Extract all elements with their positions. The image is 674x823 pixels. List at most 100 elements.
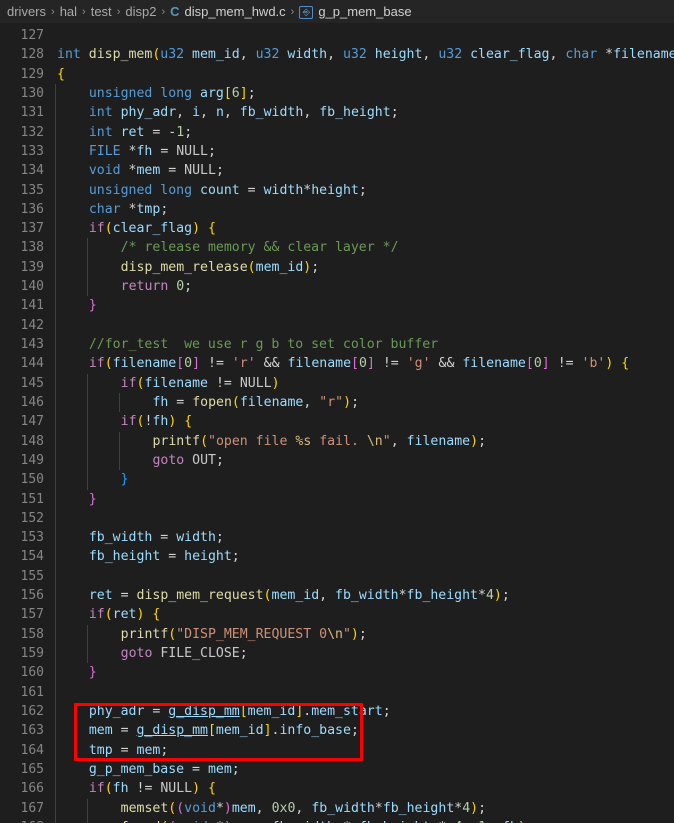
breadcrumb-item-drivers[interactable]: drivers [7, 4, 46, 19]
indent-guide [55, 489, 56, 509]
code-line[interactable]: 167 memset((void*)mem, 0x0, fb_width*fb_… [0, 798, 674, 818]
code-line[interactable]: 164 tmp = mem; [0, 740, 674, 760]
code-line[interactable]: 128 int disp_mem(u32 mem_id, u32 width, u… [0, 45, 674, 64]
indent-guide [55, 277, 56, 297]
line-number: 157 [20, 607, 44, 623]
indent-guide [55, 663, 56, 683]
line-number: 131 [20, 105, 44, 121]
code-line[interactable]: 139 disp_mem_release(mem_id); [0, 257, 674, 278]
indent-guide [55, 740, 56, 760]
code-line[interactable]: 168 fread((void *)mem, fb_width * fb_hei… [0, 817, 674, 823]
code-line[interactable]: 155 [0, 566, 674, 587]
code-text: disp_mem_release(mem_id); [120, 259, 320, 275]
breadcrumb-item-symbol[interactable]: g_p_mem_base [318, 4, 411, 19]
indent-guide [55, 779, 56, 799]
code-line[interactable]: 159 goto FILE_CLOSE; [0, 644, 674, 664]
code-text: int phy_adr, i, n, fb_width, fb_height; [88, 105, 399, 121]
code-line[interactable]: 136 char *tmp; [0, 199, 674, 220]
code-line[interactable]: 146 fh = fopen(filename, "r"); [0, 392, 674, 413]
code-line[interactable]: 149 goto OUT; [0, 450, 674, 471]
code-line[interactable]: 135 unsigned long count = width*height; [0, 180, 674, 200]
line-number: 163 [20, 723, 44, 739]
code-line[interactable]: 154 fb_height = height; [0, 547, 674, 567]
line-number: 155 [20, 568, 44, 584]
indent-guide [55, 624, 56, 644]
code-line[interactable]: 127 [0, 26, 674, 45]
code-line[interactable]: 148 printf("open file %s fail. \n", file… [0, 431, 674, 451]
code-line[interactable]: 161 [0, 682, 674, 702]
code-line[interactable]: 160 } [0, 663, 674, 683]
line-number: 145 [20, 375, 44, 391]
c-file-icon: C [170, 4, 180, 19]
code-line[interactable]: 137 if(clear_flag) { [0, 219, 674, 239]
indent-guide [55, 392, 56, 413]
breadcrumb-item-test[interactable]: test [91, 4, 112, 19]
indent-guide [55, 586, 56, 606]
code-line[interactable]: 144 if(filename[0] != 'r' && filename[0]… [0, 354, 674, 374]
code-text: fread((void *)mem, fb_width * fb_height … [57, 818, 534, 823]
code-line[interactable]: 151 } [0, 489, 674, 509]
code-line[interactable]: 162 phy_adr = g_disp_mm[mem_id].mem_star… [0, 701, 674, 722]
indent-guide [55, 431, 56, 451]
chevron-right-icon: › [116, 5, 121, 18]
line-number: 139 [20, 259, 44, 275]
breadcrumb-item-file[interactable]: disp_mem_hwd.c [185, 4, 286, 19]
code-line[interactable]: 134 void *mem = NULL; [0, 161, 674, 181]
line-number: 158 [20, 626, 44, 642]
indent-guide [55, 103, 56, 123]
code-line[interactable]: 147 if(!fh) { [0, 412, 674, 432]
line-number: 168 [0, 818, 44, 823]
indent-guide [55, 547, 56, 567]
code-line[interactable]: 157 if(ret) { [0, 605, 674, 625]
code-text: unsigned long count = width*height; [88, 182, 367, 198]
code-line[interactable]: 141 } [0, 296, 674, 316]
code-text: } [88, 491, 97, 507]
line-number: 127 [20, 28, 44, 43]
line-number: 153 [20, 530, 44, 546]
line-number: 129 [20, 66, 44, 82]
code-line[interactable]: 140 return 0; [0, 277, 674, 297]
code-line[interactable]: 145 if(filename != NULL) [0, 373, 674, 393]
indent-guide [55, 296, 56, 316]
line-number: 135 [20, 182, 44, 198]
breadcrumb-item-hal[interactable]: hal [60, 4, 77, 19]
code-line[interactable]: 131 int phy_adr, i, n, fb_width, fb_heig… [0, 103, 674, 123]
code-line[interactable]: 156 ret = disp_mem_request(mem_id, fb_wi… [0, 586, 674, 606]
code-line[interactable]: 165 g_p_mem_base = mem; [0, 759, 674, 780]
code-text: int disp_mem(u32 mem_id, u32 width, u32 … [57, 47, 674, 63]
code-text: if(!fh) { [120, 414, 193, 430]
code-text: } [120, 472, 129, 488]
code-text: ret = disp_mem_request(mem_id, fb_width*… [88, 588, 510, 604]
code-text: g_p_mem_base = mem; [88, 761, 240, 777]
indent-guide [55, 122, 56, 142]
code-text: if(clear_flag) { [88, 221, 216, 237]
breadcrumb-item-disp2[interactable]: disp2 [125, 4, 156, 19]
indent-guide [55, 335, 56, 355]
code-text: goto FILE_CLOSE; [120, 646, 248, 661]
code-line[interactable]: 166 if(fh != NULL) { [0, 779, 674, 799]
code-line[interactable]: 152 [0, 508, 674, 529]
editor-surface[interactable]: 127 128 int disp_mem(u32 mem_id, u32 width… [0, 23, 674, 823]
code-line[interactable]: 150 } [0, 470, 674, 490]
code-line[interactable]: 142 [0, 315, 674, 335]
line-number: 133 [20, 143, 44, 159]
code-line[interactable]: 130 unsigned long arg[6]; [0, 83, 674, 104]
indent-guide [55, 373, 56, 393]
indent-guide [55, 682, 56, 702]
code-line[interactable]: 129 { [0, 65, 674, 84]
code-lines-container[interactable]: 127 128 int disp_mem(u32 mem_id, u32 width… [0, 23, 674, 823]
code-line[interactable]: 153 fb_width = width; [0, 528, 674, 548]
code-line[interactable]: 163 mem = g_disp_mm[mem_id].info_base; [0, 721, 674, 741]
code-line[interactable]: 158 printf("DISP_MEM_REQUEST 0\n"); [0, 624, 674, 644]
chevron-right-icon: › [51, 5, 55, 18]
code-text: if(ret) { [88, 607, 161, 623]
indent-guide [55, 450, 56, 471]
line-number: 142 [20, 317, 44, 333]
code-line[interactable]: 138 /* release memory && clear layer */ [0, 238, 674, 258]
code-line[interactable]: 133 FILE *fh = NULL; [0, 141, 674, 162]
code-line[interactable]: 143 //for_test we use r g b to set color… [0, 335, 674, 355]
indent-guide [55, 83, 56, 104]
code-line[interactable]: 132 int ret = -1; [0, 122, 674, 142]
line-number: 143 [20, 337, 44, 352]
code-text: memset((void*)mem, 0x0, fb_width*fb_heig… [120, 800, 487, 816]
